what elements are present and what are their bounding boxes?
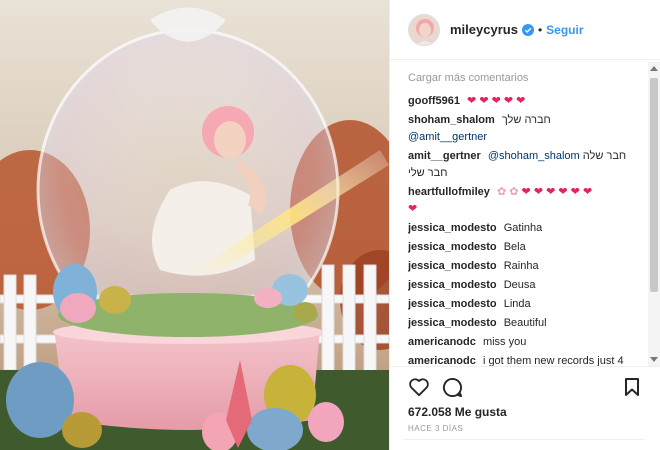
post-header: mileycyrus • Seguir <box>390 0 660 60</box>
comment-username[interactable]: jessica_modesto <box>408 222 497 234</box>
verified-badge-icon <box>521 23 534 36</box>
comment: jessica_modesto Deusa <box>408 277 644 294</box>
comment-username[interactable]: jessica_modesto <box>408 298 497 310</box>
comment-mention[interactable]: @shoham_shalom <box>488 150 580 162</box>
action-bar <box>390 366 660 406</box>
avatar[interactable] <box>408 13 440 46</box>
post-timestamp: HACE 3 DÍAS <box>408 424 464 433</box>
divider <box>404 439 644 440</box>
instagram-post-view: mileycyrus • Seguir Cargar más comentari… <box>0 0 660 450</box>
comment-text: i got them new records just 4 <box>482 355 624 366</box>
username[interactable]: mileycyrus <box>450 22 518 37</box>
comment-username[interactable]: jessica_modesto <box>408 279 497 291</box>
likes-count[interactable]: 672.058 Me gusta <box>408 405 507 419</box>
comment: jessica_modesto Bela <box>408 239 644 256</box>
heart-emoji-icon: ❤ <box>546 186 556 198</box>
comment-text: Bela <box>503 241 526 253</box>
comment-text: Deusa <box>503 279 536 291</box>
heart-emoji-icon: ❤ <box>533 186 544 198</box>
scrollbar-thumb[interactable] <box>650 78 658 292</box>
scroll-up-arrow-icon[interactable] <box>650 66 658 71</box>
comment-username[interactable]: jessica_modesto <box>408 241 497 253</box>
post-photo[interactable] <box>0 0 389 450</box>
comment: americanodc i got them new records just … <box>408 353 644 366</box>
heart-emoji-icon: ❤ <box>503 95 514 107</box>
comment-username[interactable]: americanodc <box>408 336 476 348</box>
heart-emoji-icon: ❤ <box>491 95 501 107</box>
comment-username[interactable]: jessica_modesto <box>408 317 497 329</box>
comment: jessica_modesto Rainha <box>408 258 644 275</box>
load-more-comments-link[interactable]: Cargar más comentarios <box>408 70 644 87</box>
heart-emoji-icon: ❤ <box>570 186 580 198</box>
comment-text: Rainha <box>503 260 539 272</box>
post-sidebar: mileycyrus • Seguir Cargar más comentari… <box>389 0 660 450</box>
comment-text: Beautiful <box>503 317 547 329</box>
comment-username[interactable]: gooff5961 <box>408 95 460 107</box>
comments-list: Cargar más comentarios gooff5961 ❤ ❤ ❤ ❤… <box>408 70 644 366</box>
comment-username[interactable]: shoham_shalom <box>408 114 495 126</box>
comments-scrollbar[interactable] <box>648 62 660 366</box>
comment-username[interactable]: americanodc <box>408 355 476 366</box>
comment: heartfullofmiley ✿ ✿ ❤ ❤ ❤ ❤ ❤ ❤ ❤ <box>408 184 644 218</box>
heart-emoji-icon: ❤ <box>467 95 477 107</box>
comment: jessica_modesto Linda <box>408 296 644 313</box>
scroll-down-arrow-icon[interactable] <box>650 357 658 362</box>
comment-text: miss you <box>482 336 527 348</box>
blossom-emoji-icon: ✿ <box>496 186 507 198</box>
easter-egg-photo <box>0 0 389 450</box>
comment-text: חברה שלך <box>501 114 551 126</box>
heart-emoji-icon: ❤ <box>558 186 568 198</box>
comment-username[interactable]: jessica_modesto <box>408 260 497 272</box>
follow-button[interactable]: Seguir <box>546 23 583 37</box>
comment: americanodc miss you <box>408 334 644 351</box>
comment-text: Gatinha <box>503 222 543 234</box>
heart-emoji-icon: ❤ <box>408 203 418 215</box>
heart-emoji-icon: ❤ <box>516 95 526 107</box>
speech-bubble-icon[interactable] <box>442 377 463 398</box>
comment-username[interactable]: heartfullofmiley <box>408 186 490 198</box>
bookmark-icon[interactable] <box>624 377 640 397</box>
heart-emoji-icon: ❤ <box>582 186 593 198</box>
comment: jessica_modesto Gatinha <box>408 220 644 237</box>
avatar-image <box>409 14 439 45</box>
separator-dot: • <box>537 22 543 37</box>
blossom-emoji-icon: ✿ <box>509 186 519 198</box>
comment-username[interactable]: amit__gertner <box>408 150 481 162</box>
comment: gooff5961 ❤ ❤ ❤ ❤ ❤ <box>408 93 644 110</box>
comment: shoham_shalom חברה שלך @amit__gertner <box>408 112 644 146</box>
heart-emoji-icon: ❤ <box>521 186 531 198</box>
heart-outline-icon[interactable] <box>408 377 430 397</box>
comment-text: Linda <box>503 298 531 310</box>
heart-emoji-icon: ❤ <box>479 95 489 107</box>
comment: jessica_modesto Beautiful <box>408 315 644 332</box>
comment-mention[interactable]: @amit__gertner <box>408 131 487 143</box>
comment: amit__gertner @shoham_shalom חבר שלה חבר… <box>408 148 644 182</box>
